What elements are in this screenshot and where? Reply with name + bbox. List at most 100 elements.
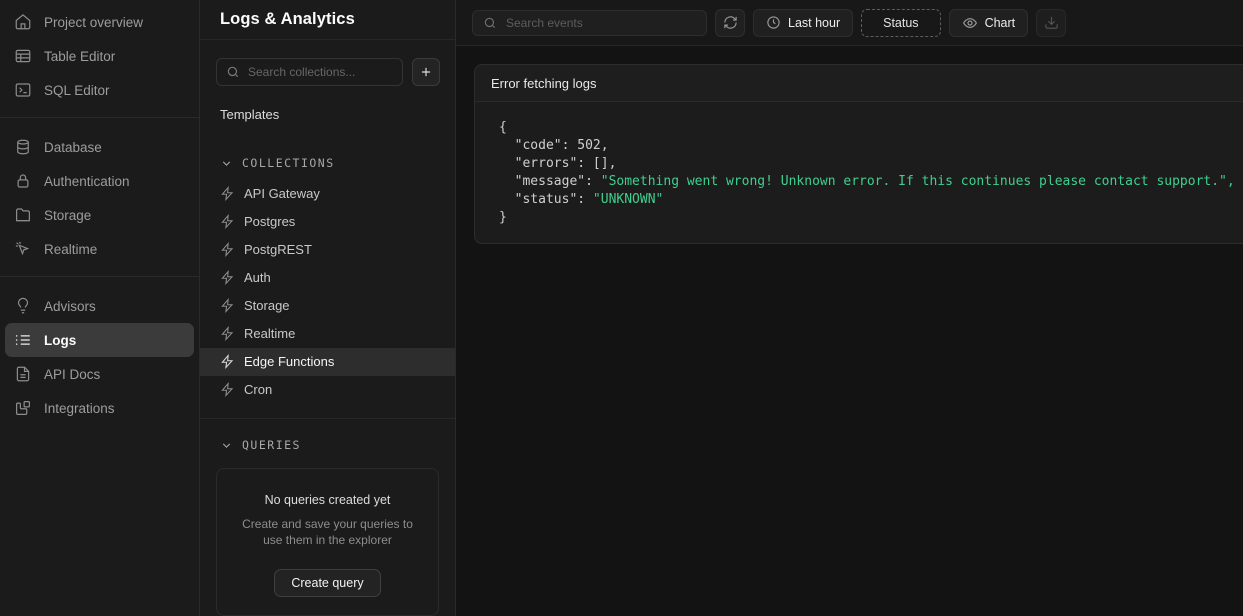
error-panel-title: Error fetching logs <box>475 65 1243 102</box>
sidebar: Project overview Table Editor SQL Editor <box>0 0 200 616</box>
code-line: "errors": [], <box>499 155 1226 173</box>
plus-icon <box>419 65 433 79</box>
code-line: } <box>499 209 1226 227</box>
sidebar-item-api-docs[interactable]: API Docs <box>0 357 199 391</box>
time-range-label: Last hour <box>788 16 840 30</box>
status-filter-label: Status <box>883 16 918 30</box>
code-line: "code": 502, <box>499 137 1226 155</box>
sidebar-item-project-overview[interactable]: Project overview <box>0 5 199 39</box>
sidebar-item-label: Logs <box>44 333 76 348</box>
sidebar-item-label: Integrations <box>44 401 115 416</box>
sidebar-item-authentication[interactable]: Authentication <box>0 164 199 198</box>
table-icon <box>14 47 32 65</box>
sidebar-item-label: Table Editor <box>44 49 115 64</box>
collection-item-auth[interactable]: Auth <box>200 264 455 292</box>
collection-item-label: Storage <box>244 298 290 313</box>
collection-item-label: Cron <box>244 382 272 397</box>
templates-item[interactable]: Templates <box>200 102 455 127</box>
terminal-icon <box>14 81 32 99</box>
collection-item-cron[interactable]: Cron <box>200 376 455 404</box>
main-area: Last hour Status Chart Error fetching lo… <box>456 0 1243 616</box>
chevron-down-icon <box>220 157 233 170</box>
page-title: Logs & Analytics <box>220 10 355 29</box>
collection-item-api-gateway[interactable]: API Gateway <box>200 180 455 208</box>
search-icon <box>226 65 240 79</box>
error-panel: Error fetching logs { "code": 502, "erro… <box>474 64 1243 244</box>
collection-item-postgres[interactable]: Postgres <box>200 208 455 236</box>
queries-empty-title: No queries created yet <box>265 493 391 507</box>
collections-search-input[interactable] <box>248 65 393 79</box>
zap-icon <box>220 382 235 397</box>
sidebar-item-logs[interactable]: Logs <box>5 323 194 357</box>
collections-group-header[interactable]: COLLECTIONS <box>200 151 455 176</box>
zap-icon <box>220 186 235 201</box>
collections-header-label: COLLECTIONS <box>242 156 335 170</box>
error-json-block: { "code": 502, "errors": [], "message": … <box>475 102 1243 243</box>
collection-item-label: Realtime <box>244 326 295 341</box>
time-range-button[interactable]: Last hour <box>753 9 853 37</box>
sidebar-item-database[interactable]: Database <box>0 130 199 164</box>
sidebar-item-integrations[interactable]: Integrations <box>0 391 199 425</box>
collection-item-label: Auth <box>244 270 271 285</box>
collection-item-storage[interactable]: Storage <box>200 292 455 320</box>
cursor-pointer-icon <box>14 240 32 258</box>
sidebar-item-label: Authentication <box>44 174 130 189</box>
collections-search-box[interactable] <box>216 58 403 86</box>
collection-item-label: PostgREST <box>244 242 312 257</box>
add-collection-button[interactable] <box>412 58 440 86</box>
chart-toggle-button[interactable]: Chart <box>949 9 1029 37</box>
queries-empty-state: No queries created yet Create and save y… <box>216 468 439 616</box>
zap-icon <box>220 214 235 229</box>
zap-icon <box>220 270 235 285</box>
sidebar-item-label: API Docs <box>44 367 100 382</box>
collection-item-postgrest[interactable]: PostgREST <box>200 236 455 264</box>
sidebar-item-label: SQL Editor <box>44 83 110 98</box>
refresh-button[interactable] <box>715 9 745 37</box>
collection-item-edge-functions[interactable]: Edge Functions <box>200 348 455 376</box>
queries-empty-description: Create and save your queries to use them… <box>242 516 414 548</box>
app-window: Project overview Table Editor SQL Editor <box>0 0 1243 616</box>
zap-icon <box>220 298 235 313</box>
collections-list: API Gateway Postgres PostgREST Auth Stor… <box>200 176 455 418</box>
sidebar-section-middle: Database Authentication Storage Realtime <box>0 117 199 276</box>
home-icon <box>14 13 32 31</box>
database-icon <box>14 138 32 156</box>
logs-panel: Logs & Analytics Templates COLLECTION <box>200 0 456 616</box>
download-button[interactable] <box>1036 9 1066 37</box>
collection-item-label: API Gateway <box>244 186 320 201</box>
sidebar-item-advisors[interactable]: Advisors <box>0 289 199 323</box>
collections-search-row <box>200 40 455 100</box>
chart-toggle-label: Chart <box>985 16 1016 30</box>
queries-group-header[interactable]: QUERIES <box>200 433 455 458</box>
status-filter-button[interactable]: Status <box>861 9 940 37</box>
search-icon <box>483 16 497 30</box>
sidebar-item-storage[interactable]: Storage <box>0 198 199 232</box>
create-query-button[interactable]: Create query <box>274 569 380 597</box>
folder-icon <box>14 206 32 224</box>
blocks-icon <box>14 399 32 417</box>
sidebar-item-label: Database <box>44 140 102 155</box>
zap-icon <box>220 326 235 341</box>
sidebar-item-realtime[interactable]: Realtime <box>0 232 199 266</box>
events-search-input[interactable] <box>506 16 696 30</box>
sidebar-section-top: Project overview Table Editor SQL Editor <box>0 5 199 117</box>
code-line: { <box>499 119 1226 137</box>
logs-list-icon <box>14 331 32 349</box>
logs-content: Error fetching logs { "code": 502, "erro… <box>456 46 1243 616</box>
sidebar-item-table-editor[interactable]: Table Editor <box>0 39 199 73</box>
sidebar-section-bottom: Advisors Logs API Docs Integrations <box>0 276 199 435</box>
refresh-icon <box>723 15 738 30</box>
queries-header-label: QUERIES <box>242 438 301 452</box>
chevron-down-icon <box>220 439 233 452</box>
sidebar-item-label: Project overview <box>44 15 143 30</box>
lightbulb-icon <box>14 297 32 315</box>
collection-item-realtime[interactable]: Realtime <box>200 320 455 348</box>
sidebar-item-label: Advisors <box>44 299 96 314</box>
zap-icon <box>220 242 235 257</box>
eye-icon <box>962 15 978 31</box>
clock-icon <box>766 15 781 30</box>
templates-label: Templates <box>220 107 279 122</box>
sidebar-item-sql-editor[interactable]: SQL Editor <box>0 73 199 107</box>
code-line: "message": "Something went wrong! Unknow… <box>499 173 1226 191</box>
events-search-box[interactable] <box>472 10 707 36</box>
